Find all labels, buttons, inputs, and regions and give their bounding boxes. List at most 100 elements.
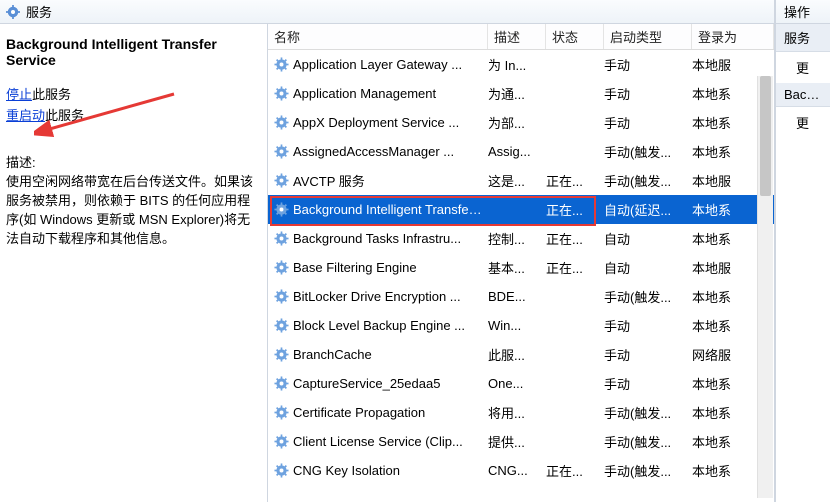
service-logon: 本地服 — [692, 55, 772, 74]
service-name: CNG Key Isolation — [293, 463, 400, 478]
service-status: 正在... — [546, 461, 604, 480]
service-name: Certificate Propagation — [293, 405, 425, 420]
service-row[interactable]: BitLocker Drive Encryption ... BDE... 手动(触… — [268, 282, 774, 311]
vertical-scrollbar[interactable] — [757, 76, 773, 498]
service-name: Application Layer Gateway ... — [293, 57, 462, 72]
service-gear-icon — [274, 202, 289, 217]
services-list-pane: 名称 描述 状态 启动类型 登录为 Application Layer Gate… — [268, 24, 774, 502]
service-startup: 手动(触发... — [604, 171, 692, 190]
service-gear-icon — [274, 376, 289, 391]
service-desc: Win... — [488, 318, 546, 333]
service-startup: 手动 — [604, 55, 692, 74]
service-name: BitLocker Drive Encryption ... — [293, 289, 461, 304]
service-row[interactable]: Client License Service (Clip... 提供... 手动(触… — [268, 427, 774, 456]
actions-group-selected: Backgr — [776, 83, 830, 107]
service-startup: 手动 — [604, 345, 692, 364]
col-desc[interactable]: 描述 — [488, 24, 546, 49]
service-startup: 手动 — [604, 84, 692, 103]
service-name: AVCTP 服务 — [293, 171, 365, 190]
service-row[interactable]: BranchCache此服...手动网络服 — [268, 340, 774, 369]
service-desc: 这是... — [488, 171, 546, 190]
service-gear-icon — [274, 318, 289, 333]
service-detail-pane: Background Intelligent Transfer Service … — [0, 24, 268, 502]
service-desc: 控制... — [488, 229, 546, 248]
service-status: 正在... — [546, 171, 604, 190]
service-name: Block Level Backup Engine ... — [293, 318, 465, 333]
services-title-bar: 服务 — [0, 0, 774, 24]
service-desc: 此服... — [488, 345, 546, 364]
scrollbar-thumb[interactable] — [760, 76, 771, 196]
service-startup: 手动 — [604, 374, 692, 393]
service-gear-icon — [274, 434, 289, 449]
service-startup: 手动 — [604, 316, 692, 335]
service-gear-icon — [274, 86, 289, 101]
service-desc: 将用... — [488, 403, 546, 422]
services-rows[interactable]: Application Layer Gateway ...为 In...手动本地… — [268, 50, 774, 502]
service-startup: 手动(触发... — [604, 403, 692, 422]
restart-service-link[interactable]: 重启动 — [6, 108, 45, 123]
service-startup: 手动(触发... — [604, 432, 692, 451]
service-name: Client License Service (Clip... — [293, 434, 463, 449]
service-row[interactable]: Application Management为通...手动本地系 — [268, 79, 774, 108]
service-row[interactable]: Certificate Propagation将用...手动(触发...本地系 — [268, 398, 774, 427]
service-row[interactable]: Background Tasks Infrastru... 控制...正在...自… — [268, 224, 774, 253]
service-startup: 自动 — [604, 229, 692, 248]
service-desc: BDE... — [488, 289, 546, 304]
service-row[interactable]: Base Filtering Engine基本...正在...自动本地服 — [268, 253, 774, 282]
stop-service-line: 停止此服务 — [6, 84, 257, 103]
service-startup: 手动 — [604, 113, 692, 132]
service-startup: 自动 — [604, 258, 692, 277]
services-center-pane: 服务 Background Intelligent Transfer Servi… — [0, 0, 775, 502]
service-status: 正在... — [546, 200, 604, 219]
service-desc: CNG... — [488, 463, 546, 478]
restart-service-suffix: 此服务 — [45, 108, 84, 123]
service-row[interactable]: Background Intelligent Transfer Service 正… — [268, 195, 774, 224]
service-row[interactable]: AppX Deployment Service ...为部...手动本地系 — [268, 108, 774, 137]
actions-more-2[interactable]: 更 — [776, 107, 830, 138]
service-desc: 为部... — [488, 113, 546, 132]
service-status: 正在... — [546, 258, 604, 277]
col-start[interactable]: 启动类型 — [604, 24, 692, 49]
service-row[interactable]: CNG Key IsolationCNG...正在...手动(触发...本地系 — [268, 456, 774, 485]
service-gear-icon — [274, 115, 289, 130]
service-name: Background Tasks Infrastru... — [293, 231, 461, 246]
service-name: Background Intelligent Transfer Service — [293, 202, 482, 217]
service-desc: 为 In... — [488, 55, 546, 74]
column-headers: 名称 描述 状态 启动类型 登录为 — [268, 24, 774, 50]
services-title-text: 服务 — [26, 2, 52, 21]
service-status: 正在... — [546, 229, 604, 248]
stop-service-link[interactable]: 停止 — [6, 87, 32, 102]
actions-pane: 操作 服务 更 Backgr 更 — [775, 0, 830, 502]
service-startup: 手动(触发... — [604, 287, 692, 306]
service-desc: 为通... — [488, 84, 546, 103]
restart-service-line: 重启动此服务 — [6, 105, 257, 124]
services-icon — [6, 5, 20, 19]
stop-service-suffix: 此服务 — [32, 87, 71, 102]
service-gear-icon — [274, 405, 289, 420]
service-gear-icon — [274, 463, 289, 478]
service-startup: 手动(触发... — [604, 461, 692, 480]
service-name: BranchCache — [293, 347, 372, 362]
actions-group-services: 服务 — [776, 24, 830, 52]
selected-service-name: Background Intelligent Transfer Service — [6, 36, 257, 68]
service-row[interactable]: CaptureService_25edaa5One...手动本地系 — [268, 369, 774, 398]
col-status[interactable]: 状态 — [546, 24, 604, 49]
service-desc: 基本... — [488, 258, 546, 277]
service-row[interactable]: AssignedAccessManager ...Assig...手动(触发..… — [268, 137, 774, 166]
col-name[interactable]: 名称 — [268, 24, 488, 49]
service-name: AppX Deployment Service ... — [293, 115, 459, 130]
actions-more-1[interactable]: 更 — [776, 52, 830, 83]
service-gear-icon — [274, 173, 289, 188]
service-desc: 提供... — [488, 432, 546, 451]
col-logon[interactable]: 登录为 — [692, 24, 774, 49]
service-name: Application Management — [293, 86, 436, 101]
service-startup: 手动(触发... — [604, 142, 692, 161]
service-row[interactable]: Block Level Backup Engine ...Win...手动本地系 — [268, 311, 774, 340]
service-row[interactable]: Application Layer Gateway ... 为 In... 手动本地… — [268, 50, 774, 79]
service-desc: One... — [488, 376, 546, 391]
service-gear-icon — [274, 289, 289, 304]
service-desc: Assig... — [488, 144, 546, 159]
service-gear-icon — [274, 231, 289, 246]
service-row[interactable]: AVCTP 服务这是...正在...手动(触发...本地服 — [268, 166, 774, 195]
description-text: 使用空闲网络带宽在后台传送文件。如果该服务被禁用，则依赖于 BITS 的任何应用… — [6, 173, 257, 248]
